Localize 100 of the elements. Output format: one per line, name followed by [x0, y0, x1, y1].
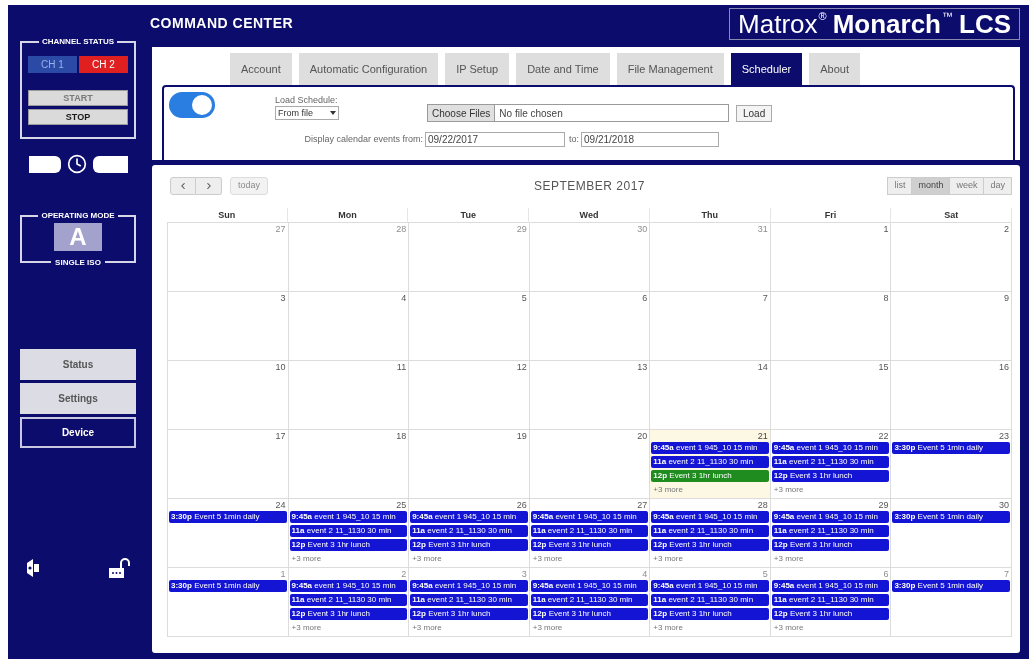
- start-date-field[interactable]: 09/22/2017: [425, 132, 565, 147]
- day-number: 30: [998, 499, 1010, 511]
- more-events-link[interactable]: +3 more: [770, 622, 804, 633]
- tab[interactable]: IP Setup: [445, 53, 510, 85]
- event-bar[interactable]: 9:45a event 1 945_10 15 min: [289, 580, 408, 592]
- event-bar[interactable]: 11a event 2 11_1130 30 min: [410, 594, 528, 606]
- control-button[interactable]: STOP: [28, 109, 128, 125]
- more-events-link[interactable]: +3 more: [770, 484, 804, 495]
- more-events-link[interactable]: +3 more: [650, 484, 683, 495]
- day-number: 29: [878, 499, 890, 511]
- view-button[interactable]: list: [887, 177, 913, 195]
- operating-mode-label: OPERATING MODE: [40, 211, 116, 221]
- event-bar[interactable]: 9:45a event 1 945_10 15 min: [771, 442, 890, 454]
- view-button[interactable]: month: [911, 177, 951, 195]
- event-bar[interactable]: 3:30p Event 5 1min daily: [892, 442, 1010, 454]
- day-number: 28: [396, 223, 408, 235]
- file-input-field[interactable]: Choose Files No file chosen: [427, 104, 729, 122]
- event-bar[interactable]: 12p Event 3 1hr lunch: [651, 470, 769, 482]
- more-events-link[interactable]: +3 more: [288, 553, 322, 564]
- event-bar[interactable]: 11a event 2 11_1130 30 min: [289, 525, 408, 537]
- event-bar[interactable]: 9:45a event 1 945_10 15 min: [530, 511, 649, 523]
- speaker-icon[interactable]: [26, 558, 40, 578]
- view-button[interactable]: day: [983, 177, 1012, 195]
- event-bar[interactable]: 3:30p Event 5 1min daily: [169, 511, 287, 523]
- clock-icon: [66, 154, 87, 174]
- more-events-link[interactable]: +3 more: [529, 622, 563, 633]
- day-number: 23: [998, 430, 1010, 442]
- event-bar[interactable]: 12p Event 3 1hr lunch: [530, 539, 649, 551]
- nav-button[interactable]: Settings: [20, 383, 136, 414]
- nav-button[interactable]: Device: [20, 417, 136, 448]
- time-display: [92, 155, 128, 173]
- tab[interactable]: Date and Time: [516, 53, 610, 85]
- event-bar[interactable]: 9:45a event 1 945_10 15 min: [771, 511, 890, 523]
- event-bar[interactable]: 11a event 2 11_1130 30 min: [410, 525, 528, 537]
- day-number: 24: [275, 499, 287, 511]
- day-number: 17: [275, 430, 287, 442]
- event-bar[interactable]: 12p Event 3 1hr lunch: [771, 539, 890, 551]
- event-bar[interactable]: 12p Event 3 1hr lunch: [651, 539, 769, 551]
- event-bar[interactable]: 3:30p Event 5 1min daily: [892, 580, 1010, 592]
- day-number: 10: [275, 361, 287, 373]
- event-bar[interactable]: 9:45a event 1 945_10 15 min: [651, 511, 769, 523]
- event-bar[interactable]: 9:45a event 1 945_10 15 min: [651, 442, 769, 454]
- day-number: 4: [642, 568, 649, 580]
- day-number: 1: [883, 223, 890, 235]
- tab[interactable]: File Management: [616, 53, 724, 85]
- event-bar[interactable]: 9:45a event 1 945_10 15 min: [771, 580, 890, 592]
- event-bar[interactable]: 11a event 2 11_1130 30 min: [651, 594, 769, 606]
- view-button[interactable]: week: [949, 177, 985, 195]
- more-events-link[interactable]: +3 more: [409, 622, 442, 633]
- day-number: 12: [516, 361, 528, 373]
- more-events-link[interactable]: +3 more: [650, 622, 683, 633]
- more-events-link[interactable]: +3 more: [650, 553, 683, 564]
- event-bar[interactable]: 12p Event 3 1hr lunch: [410, 539, 528, 551]
- event-bar[interactable]: 3:30p Event 5 1min daily: [892, 511, 1010, 523]
- day-number: 20: [637, 430, 649, 442]
- event-bar[interactable]: 9:45a event 1 945_10 15 min: [410, 511, 528, 523]
- event-bar[interactable]: 12p Event 3 1hr lunch: [771, 608, 890, 620]
- event-bar[interactable]: 11a event 2 11_1130 30 min: [771, 594, 890, 606]
- day-number: 26: [516, 499, 528, 511]
- calendar-title: SEPTEMBER 2017: [533, 178, 645, 195]
- schedule-toggle[interactable]: [169, 92, 215, 118]
- tab[interactable]: Scheduler: [730, 53, 803, 85]
- more-events-link[interactable]: +3 more: [770, 553, 804, 564]
- event-bar[interactable]: 12p Event 3 1hr lunch: [530, 608, 649, 620]
- source-select[interactable]: From file: [275, 106, 339, 120]
- event-bar[interactable]: 9:45a event 1 945_10 15 min: [651, 580, 769, 592]
- day-number: 3: [521, 568, 528, 580]
- day-number: 6: [883, 568, 890, 580]
- tab[interactable]: Automatic Configuration: [298, 53, 439, 85]
- load-button[interactable]: Load: [736, 105, 773, 122]
- tab[interactable]: About: [809, 53, 860, 85]
- nav-button[interactable]: Status: [20, 349, 136, 380]
- end-date-field[interactable]: 09/21/2018: [581, 132, 719, 147]
- more-events-link[interactable]: +3 more: [409, 553, 442, 564]
- channel-button[interactable]: CH 1: [28, 56, 77, 73]
- event-bar[interactable]: 11a event 2 11_1130 30 min: [289, 594, 408, 606]
- event-bar[interactable]: 11a event 2 11_1130 30 min: [771, 456, 890, 468]
- unlocked-padlock-icon[interactable]: [108, 558, 130, 578]
- brand-logo: Matrox$^{®}$ Monarch$^{™}$ LCS: [729, 7, 1020, 40]
- event-bar[interactable]: 11a event 2 11_1130 30 min: [530, 525, 649, 537]
- more-events-link[interactable]: +3 more: [288, 622, 322, 633]
- event-bar[interactable]: 3:30p Event 5 1min daily: [169, 580, 287, 592]
- event-bar[interactable]: 9:45a event 1 945_10 15 min: [410, 580, 528, 592]
- event-bar[interactable]: 11a event 2 11_1130 30 min: [651, 456, 769, 468]
- event-bar[interactable]: 12p Event 3 1hr lunch: [289, 539, 408, 551]
- event-bar[interactable]: 9:45a event 1 945_10 15 min: [289, 511, 408, 523]
- event-bar[interactable]: 9:45a event 1 945_10 15 min: [530, 580, 649, 592]
- event-bar[interactable]: 12p Event 3 1hr lunch: [289, 608, 408, 620]
- channel-button[interactable]: CH 2: [79, 56, 128, 73]
- day-number: 30: [637, 223, 649, 235]
- event-bar[interactable]: 11a event 2 11_1130 30 min: [771, 525, 890, 537]
- event-bar[interactable]: 11a event 2 11_1130 30 min: [651, 525, 769, 537]
- event-bar[interactable]: 11a event 2 11_1130 30 min: [530, 594, 649, 606]
- event-bar[interactable]: 12p Event 3 1hr lunch: [771, 470, 890, 482]
- event-bar[interactable]: 12p Event 3 1hr lunch: [651, 608, 769, 620]
- more-events-link[interactable]: +3 more: [529, 553, 563, 564]
- choose-files-button[interactable]: Choose Files: [428, 105, 496, 121]
- channel-status-label: CHANNEL STATUS: [41, 37, 115, 47]
- event-bar[interactable]: 12p Event 3 1hr lunch: [410, 608, 528, 620]
- tab[interactable]: Account: [230, 53, 292, 85]
